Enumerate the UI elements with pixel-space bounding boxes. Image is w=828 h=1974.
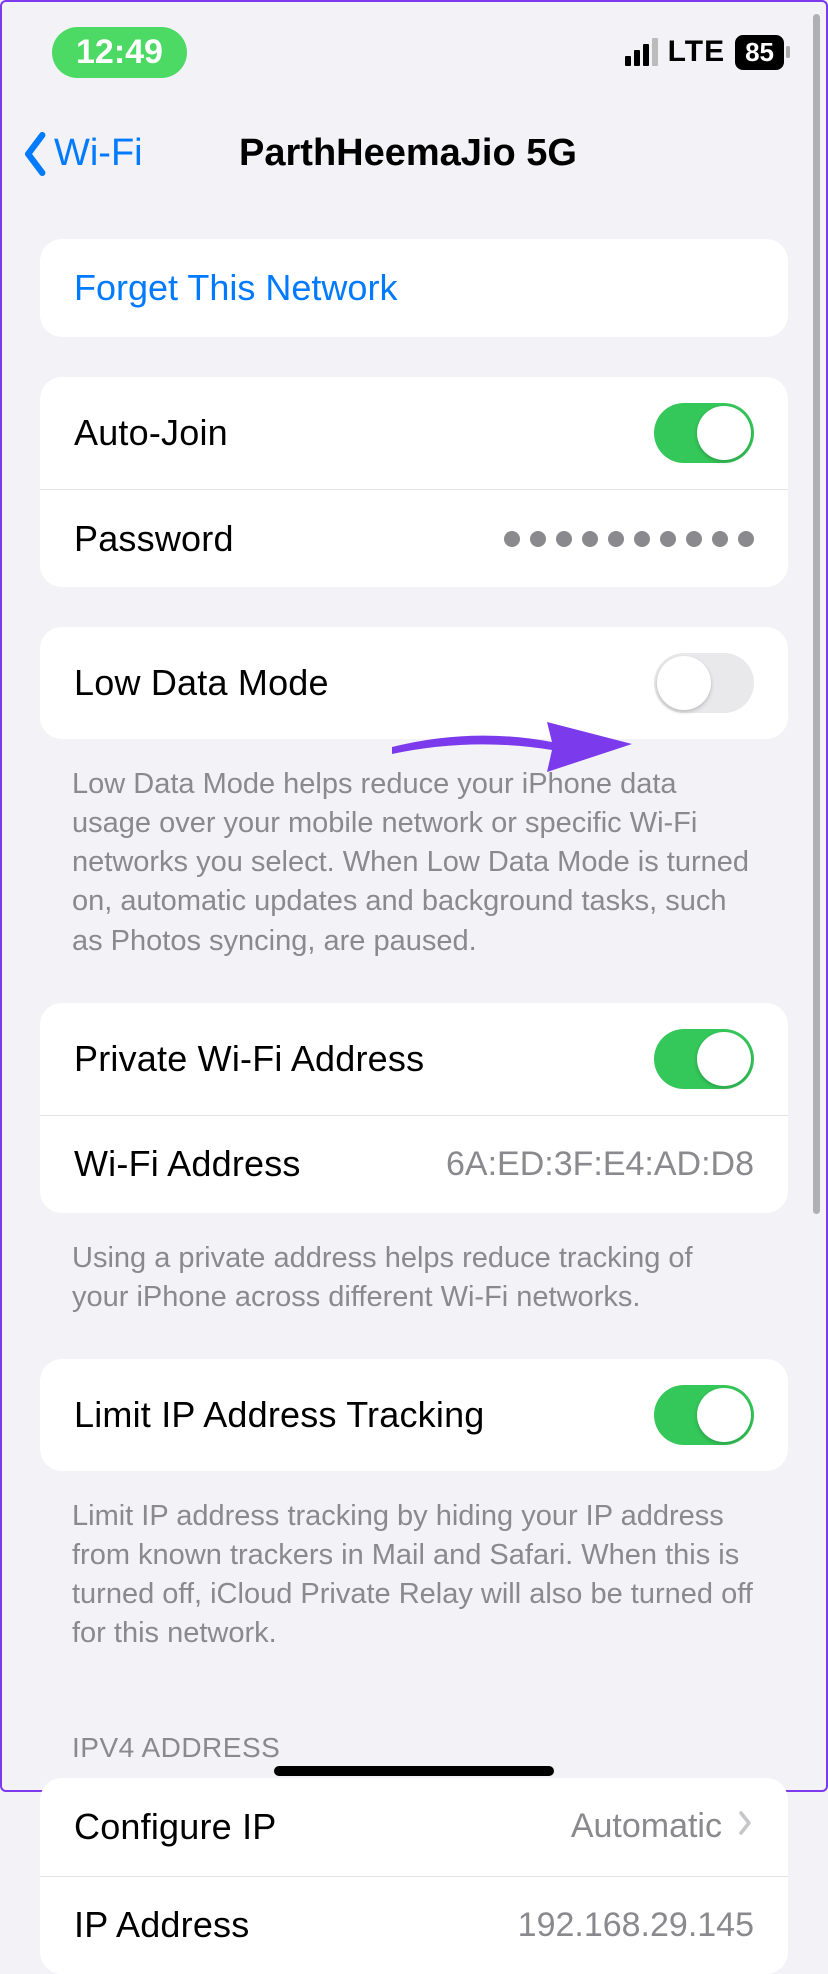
low-data-toggle[interactable] [654,653,754,713]
wifi-address-row[interactable]: Wi-Fi Address 6A:ED:3F:E4:AD:D8 [40,1115,788,1213]
cellular-signal-icon [625,38,658,66]
private-wifi-label: Private Wi-Fi Address [74,1038,424,1080]
auto-join-label: Auto-Join [74,412,228,454]
auto-join-row[interactable]: Auto-Join [40,377,788,489]
password-label: Password [74,518,234,560]
home-indicator[interactable] [274,1766,554,1776]
status-bar: 12:49 LTE 85 [2,2,826,102]
auto-join-toggle[interactable] [654,403,754,463]
low-data-section: Low Data Mode [40,627,788,739]
private-wifi-toggle[interactable] [654,1029,754,1089]
chevron-left-icon [22,132,50,176]
private-addr-footer: Using a private address helps reduce tra… [2,1227,826,1359]
ip-address-label: IP Address [74,1904,249,1946]
configure-ip-value: Automatic [571,1807,722,1846]
limit-ip-section: Limit IP Address Tracking [40,1359,788,1471]
ipv4-section: Configure IP Automatic IP Address 192.16… [40,1778,788,1974]
private-addr-section: Private Wi-Fi Address Wi-Fi Address 6A:E… [40,1003,788,1213]
status-right: LTE 85 [625,35,784,70]
network-type-label: LTE [668,35,725,69]
join-section: Auto-Join Password [40,377,788,587]
battery-indicator: 85 [735,35,784,70]
limit-ip-row[interactable]: Limit IP Address Tracking [40,1359,788,1471]
wifi-address-label: Wi-Fi Address [74,1143,301,1185]
limit-ip-label: Limit IP Address Tracking [74,1394,485,1436]
ip-address-value: 192.168.29.145 [518,1906,754,1945]
configure-ip-row[interactable]: Configure IP Automatic [40,1778,788,1876]
back-label: Wi-Fi [54,132,143,175]
password-dots [504,531,754,547]
limit-ip-toggle[interactable] [654,1385,754,1445]
low-data-row[interactable]: Low Data Mode [40,627,788,739]
back-button[interactable]: Wi-Fi [22,132,143,176]
low-data-footer: Low Data Mode helps reduce your iPhone d… [2,753,826,1003]
forget-network-label: Forget This Network [74,267,397,309]
forget-network-button[interactable]: Forget This Network [40,239,788,337]
private-wifi-row[interactable]: Private Wi-Fi Address [40,1003,788,1115]
wifi-address-value: 6A:ED:3F:E4:AD:D8 [446,1145,754,1184]
status-time-pill[interactable]: 12:49 [52,27,187,78]
scroll-indicator[interactable] [813,14,820,1214]
low-data-label: Low Data Mode [74,662,329,704]
configure-ip-label: Configure IP [74,1806,277,1848]
password-row[interactable]: Password [40,489,788,587]
limit-ip-footer: Limit IP address tracking by hiding your… [2,1485,826,1696]
configure-ip-value-wrap: Automatic [571,1807,754,1846]
forget-section: Forget This Network [40,239,788,337]
ip-address-row[interactable]: IP Address 192.168.29.145 [40,1876,788,1974]
chevron-right-icon [736,1809,754,1845]
nav-bar: Wi-Fi ParthHeemaJio 5G [2,102,826,225]
